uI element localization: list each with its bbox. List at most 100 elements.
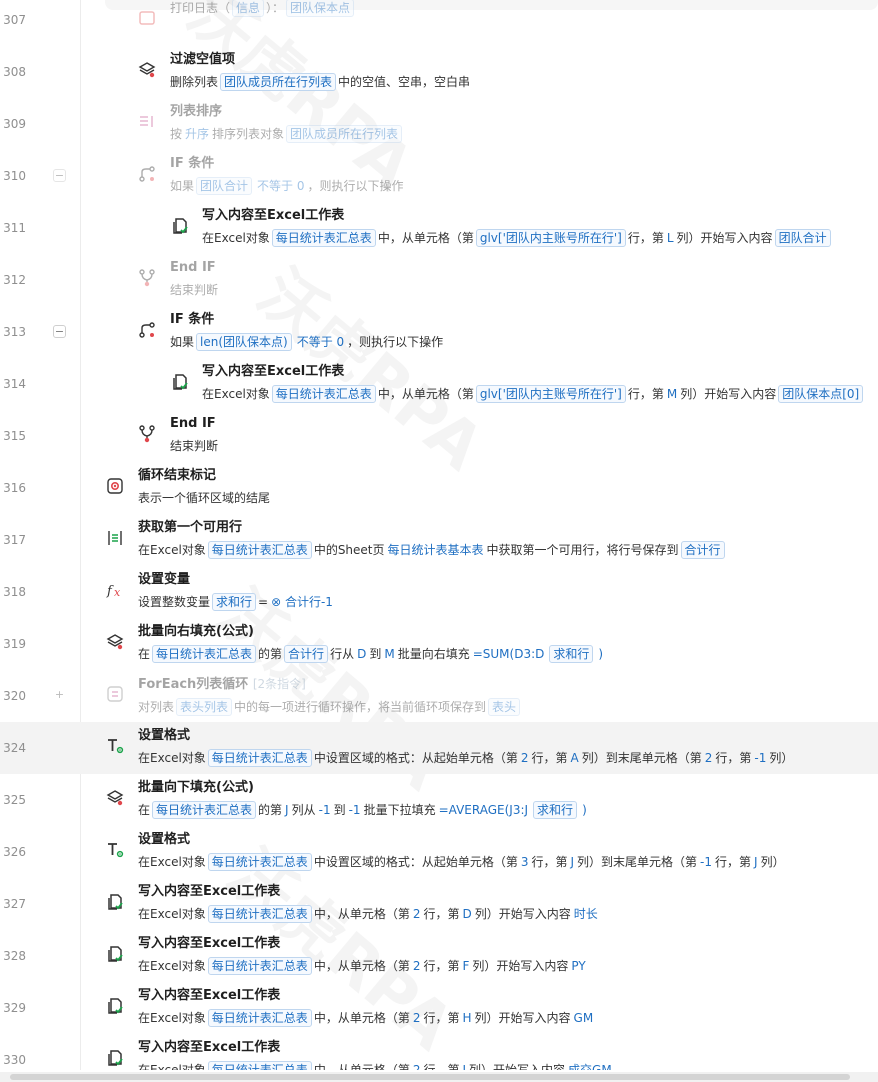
variable-tag[interactable]: 团队合计 [196, 177, 253, 195]
excel-icon [105, 944, 125, 964]
step-row[interactable]: 326 设置格式 在Excel对象 每日统计表汇总表 中设置区域的格式：从起始单元格（第… [0, 826, 878, 878]
variable-tag[interactable]: 表头 [488, 698, 521, 716]
description-text: 列）开始写入内容 [469, 1063, 566, 1070]
step-row[interactable]: 328 写入内容至Excel工作表 在Excel对象 每日统计表汇总表 中，从单元格（第… [0, 930, 878, 982]
expand-toggle[interactable]: + [53, 689, 66, 702]
line-number: 328 [3, 949, 26, 963]
variable-tag[interactable]: 每日统计表汇总表 [207, 1061, 312, 1070]
step-description: 在Excel对象 每日统计表汇总表 中的Sheet页 每日统计表基本表 中获取第一个可用… [138, 539, 727, 561]
step-row[interactable]: 319 批量向右填充(公式) 在每日统计表汇总表 的第 合计行 行从 D 到 M 批量向右填充 =S… [0, 618, 878, 670]
variable-tag[interactable]: 每日统计表汇总表 [271, 385, 376, 403]
variable-tag[interactable]: 团队成员所在行列表 [220, 73, 337, 91]
description-text: 排序列表对象 [212, 127, 285, 141]
step-row[interactable]: 315 End IF 结束判断 [0, 410, 878, 462]
variable-tag[interactable]: 表头列表 [176, 698, 233, 716]
step-description: 删除列表 团队成员所在行列表 中的空值、空串，空白串 [170, 71, 470, 93]
step-description: 如果 len(团队保本点) 不等于 0 ，则执行以下操作 [170, 331, 443, 353]
description-text: 按 [170, 127, 183, 141]
variable-tag[interactable]: glv['团队内主账号所在行'] [475, 385, 626, 403]
step-row[interactable]: 327 写入内容至Excel工作表 在Excel对象 每日统计表汇总表 中，从单元格（第… [0, 878, 878, 930]
step-row[interactable]: 309 列表排序按升序 排序列表对象 团队成员所在行列表 [0, 98, 878, 150]
variable-tag[interactable]: 求和行 [549, 645, 594, 663]
description-text: 行，第 [715, 751, 752, 765]
variable-tag[interactable]: 每日统计表汇总表 [207, 905, 312, 923]
step-row[interactable]: 324 设置格式 在Excel对象 每日统计表汇总表 中设置区域的格式：从起始单元格（第… [0, 722, 878, 774]
step-title-text: 批量向下填充(公式) [138, 780, 254, 795]
collapse-toggle[interactable]: − [53, 169, 66, 182]
line-number: 329 [3, 1001, 26, 1015]
variable-tag[interactable]: 每日统计表汇总表 [152, 801, 257, 819]
line-number: 312 [3, 273, 26, 287]
step-description: 表示一个循环区域的结尾 [138, 487, 270, 509]
variable-tag[interactable]: 团队合计 [774, 229, 831, 247]
variable-tag[interactable]: glv['团队内主账号所在行'] [475, 229, 626, 247]
variable-tag[interactable]: 团队保本点 [286, 0, 355, 17]
description-text: 行，第 [423, 959, 460, 973]
step-row[interactable]: 307 打印日志（ 信息）： 团队保本点 [0, 0, 878, 46]
step-title-text: 列表排序 [170, 104, 223, 119]
endif-icon [137, 268, 157, 288]
description-text: 中，从单元格（第 [313, 1063, 410, 1070]
variable-tag[interactable]: 团队成员所在行列表 [286, 125, 403, 143]
description-text: 列） [760, 855, 785, 869]
step-row[interactable]: 325 批量向下填充(公式) 在每日统计表汇总表 的第 J 列从 -1 到 -1 批量下拉填充 =A… [0, 774, 878, 826]
variable-tag[interactable]: len(团队保本点) [196, 333, 292, 351]
excel-icon [105, 1048, 125, 1068]
step-row[interactable]: 311 写入内容至Excel工作表 在Excel对象 每日统计表汇总表 中，从单元格（第… [0, 202, 878, 254]
foreach-icon [105, 684, 125, 704]
step-title: 设置格式 [138, 829, 785, 851]
variable-tag[interactable]: 每日统计表汇总表 [207, 1009, 312, 1027]
step-title-text: 写入内容至Excel工作表 [202, 208, 345, 223]
line-number: 320 [3, 689, 26, 703]
step-row[interactable]: 329 写入内容至Excel工作表 在Excel对象 每日统计表汇总表 中，从单元格（第… [0, 982, 878, 1034]
step-row[interactable]: 308 过滤空值项 删除列表 团队成员所在行列表 中的空值、空串，空白串 [0, 46, 878, 98]
step-content: 设置变量 设置整数变量 求和行 = ⊗ 合计行-1 [138, 569, 336, 613]
step-content: 获取第一个可用行 在Excel对象 每日统计表汇总表 中的Sheet页 每日统计表基本表… [138, 517, 727, 561]
excel-icon [105, 996, 125, 1016]
parameter-value: -1 [700, 855, 713, 869]
step-row[interactable]: 312 End IF 结束判断 [0, 254, 878, 306]
variable-tag[interactable]: 求和行 [533, 801, 578, 819]
step-title-text: 写入内容至Excel工作表 [138, 1040, 281, 1055]
step-row[interactable]: 316 循环结束标记 表示一个循环区域的结尾 [0, 462, 878, 514]
variable-tag[interactable]: 信息 [232, 0, 265, 17]
step-title: 过滤空值项 [170, 49, 470, 71]
step-title-text: End IF [170, 416, 216, 431]
variable-tag[interactable]: 每日统计表汇总表 [207, 853, 312, 871]
variable-tag[interactable]: 团队保本点[0] [778, 385, 864, 403]
parameter-value: D [357, 647, 367, 661]
horizontal-scrollbar[interactable] [0, 1072, 878, 1082]
step-row[interactable]: 310 − IF 条件 如果 团队合计 不等于 0 ，则执行以下操作 [0, 150, 878, 202]
step-row[interactable]: 317 获取第一个可用行 在Excel对象 每日统计表汇总表 中的Sheet页 每日统计表… [0, 514, 878, 566]
step-title: IF 条件 [170, 309, 443, 331]
format-icon [105, 840, 125, 860]
variable-tag[interactable]: 每日统计表汇总表 [207, 957, 312, 975]
layers-icon [105, 632, 125, 652]
step-description: 设置整数变量 求和行 = ⊗ 合计行-1 [138, 591, 336, 613]
variable-tag[interactable]: 合计行 [680, 541, 725, 559]
step-content: End IF 结束判断 [170, 257, 218, 301]
step-row[interactable]: 318 f x 设置变量 设置整数变量 求和行 = ⊗ 合计行-1 [0, 566, 878, 618]
variable-tag[interactable]: 每日统计表汇总表 [207, 749, 312, 767]
if-icon [137, 164, 157, 184]
step-row[interactable]: 313 − IF 条件 如果 len(团队保本点) 不等于 0 ，则执行以下操作 [0, 306, 878, 358]
description-text: 结束判断 [170, 439, 219, 453]
step-row[interactable]: 330 写入内容至Excel工作表 在Excel对象 每日统计表汇总表 中，从单元格（第… [0, 1034, 878, 1070]
description-text: 在Excel对象 [202, 231, 270, 245]
parameter-value: -1 [318, 803, 331, 817]
collapse-toggle[interactable]: − [53, 325, 66, 338]
step-row[interactable]: 320 + ForEach列表循环 [2条指令] 对列表 表头列表 中的每一项进行循环操作… [0, 670, 878, 722]
description-text: 中，从单元格（第 [377, 231, 474, 245]
variable-tag[interactable]: 每日统计表汇总表 [271, 229, 376, 247]
format-icon [105, 736, 125, 756]
variable-tag[interactable]: 合计行 [284, 645, 329, 663]
variable-tag[interactable]: 每日统计表汇总表 [207, 541, 312, 559]
variable-tag[interactable]: 每日统计表汇总表 [152, 645, 257, 663]
scrollbar-thumb[interactable] [10, 1074, 850, 1080]
step-title: 写入内容至Excel工作表 [138, 985, 596, 1007]
step-row[interactable]: 314 写入内容至Excel工作表 在Excel对象 每日统计表汇总表 中，从单元格（第… [0, 358, 878, 410]
variable-tag[interactable]: 求和行 [212, 593, 257, 611]
description-text: ，则执行以下操作 [307, 179, 404, 193]
description-text: 列） [769, 751, 794, 765]
excel-icon [105, 892, 125, 912]
